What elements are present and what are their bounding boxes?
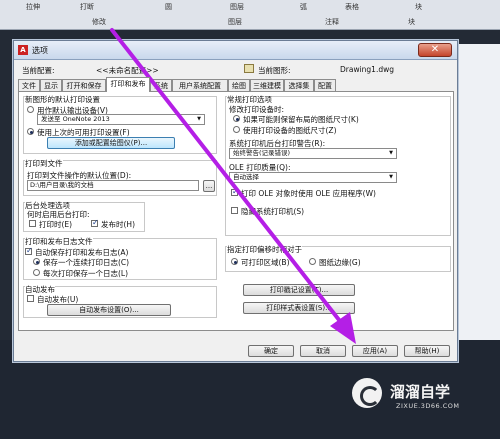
watermark-title: 溜溜自学 (390, 383, 451, 401)
dialog-titlebar[interactable]: A 选项 ✕ (14, 41, 457, 60)
radio-default-device[interactable] (27, 106, 34, 113)
radio-keep-one-log[interactable] (33, 258, 40, 265)
help-button[interactable]: 帮助(H) (404, 345, 450, 357)
options-dialog: A 选项 ✕ 当前配置: <<未命名配置>> 当前图形: Drawing1.dw… (13, 40, 458, 362)
close-button[interactable]: ✕ (418, 43, 452, 57)
spool-alert-select[interactable]: 始终警告(记录错误) ▼ (229, 148, 397, 159)
spool-alert-value: 始终警告(记录错误) (233, 149, 291, 157)
radio-paper-edge[interactable] (309, 258, 316, 265)
radio-last-used[interactable] (27, 128, 34, 135)
log-group-title: 打印和发布日志文件 (25, 236, 93, 247)
plot-publish-panel: 新图形的默认打印设置 用作默认输出设备(V) 发送至 OneNote 2013 … (18, 91, 454, 331)
current-drawing-label: 当前图形: (258, 66, 291, 75)
auto-save-log-checkbox[interactable] (25, 246, 33, 255)
ribbon-group-label[interactable]: 图层 (228, 17, 242, 27)
use-ole-app-label: 打印 OLE 对象时使用 OLE 应用程序(W) (241, 189, 376, 198)
chevron-down-icon: ▼ (389, 150, 393, 156)
ribbon-item[interactable]: 图层 (230, 2, 244, 12)
plot-style-settings-button[interactable]: 打印样式表设置(S)... (243, 302, 355, 314)
device-select-value: 发送至 OneNote 2013 (41, 115, 110, 123)
bg-plot-checkbox[interactable] (29, 220, 36, 227)
device-select[interactable]: 发送至 OneNote 2013 ▼ (37, 114, 205, 125)
ribbon-item[interactable]: 圆 (165, 2, 172, 12)
ribbon-item[interactable]: 弧 (300, 2, 307, 12)
ole-quality-value: 自动选择 (233, 173, 259, 181)
bg-publish-checkbox[interactable] (91, 218, 99, 227)
tab-plot-publish[interactable]: 打印和发布 (106, 77, 150, 92)
current-profile-value: <<未命名配置>> (96, 66, 159, 75)
dialog-title: 选项 (32, 46, 48, 55)
radio-printable-area[interactable] (231, 258, 238, 265)
current-profile-label: 当前配置: (22, 66, 55, 75)
drawing-icon (244, 64, 254, 73)
hide-system-printers-label: 隐藏系统打印机(S) (241, 207, 305, 216)
bg-publish-label: 发布时(H) (101, 220, 135, 229)
printable-area-label: 可打印区域(B) (241, 258, 290, 267)
cancel-button[interactable]: 取消 (300, 345, 346, 357)
plot-stamp-settings-button[interactable]: 打印戳记设置(T)... (243, 284, 355, 296)
ribbon-item[interactable]: 表格 (345, 2, 359, 12)
use-device-paper-label: 使用打印设备的图纸尺寸(Z) (243, 126, 337, 135)
chevron-down-icon: ▼ (197, 116, 201, 122)
auto-publish-settings-button[interactable]: 自动发布设置(O)... (47, 304, 171, 316)
paper-edge-label: 图纸边缘(G) (319, 258, 361, 267)
autocad-icon: A (18, 45, 28, 55)
ok-button[interactable]: 确定 (248, 345, 294, 357)
keep-layout-paper-label: 如果可能则保留布局的图纸尺寸(K) (243, 115, 359, 124)
radio-per-plot-log[interactable] (33, 269, 40, 276)
chevron-down-icon: ▼ (389, 174, 393, 180)
bg-plot-label: 打印时(E) (39, 220, 73, 229)
radio-use-device-paper[interactable] (233, 126, 240, 133)
hide-system-printers-checkbox[interactable] (231, 207, 238, 214)
side-panel (458, 44, 500, 344)
apply-button[interactable]: 应用(A) (352, 345, 398, 357)
print-to-file-title: 打印到文件 (25, 158, 63, 169)
use-ole-app-checkbox[interactable] (231, 187, 239, 196)
default-location-input[interactable]: D:\用户目录\我的文档 (27, 180, 199, 191)
per-plot-log-label: 每次打印保存一个日志(L) (43, 269, 129, 278)
ribbon-item[interactable]: 块 (415, 2, 422, 12)
auto-publish-checkbox[interactable] (27, 295, 34, 302)
radio-keep-layout-paper[interactable] (233, 115, 240, 122)
offset-group-title: 指定打印偏移时相对于 (227, 244, 302, 255)
keep-one-log-label: 保存一个连续打印日志(C) (43, 258, 130, 267)
ribbon-bar: 拉伸 打断 圆 图层 弧 表格 块 修改 图层 注释 块 (0, 0, 500, 30)
add-plotter-button[interactable]: 添加或配置绘图仪(P)... (47, 137, 175, 149)
ribbon-group-label[interactable]: 块 (408, 17, 415, 27)
new-default-group-title: 新图形的默认打印设置 (25, 94, 100, 105)
current-drawing-value: Drawing1.dwg (340, 65, 394, 74)
ribbon-group-label[interactable]: 注释 (325, 17, 339, 27)
ole-quality-select[interactable]: 自动选择 ▼ (229, 172, 397, 183)
watermark-logo-icon (352, 378, 382, 408)
ribbon-group-label[interactable]: 修改 (92, 17, 106, 27)
ribbon-item[interactable]: 拉伸 (26, 2, 40, 12)
ribbon-item[interactable]: 打断 (80, 2, 94, 12)
browse-button[interactable]: ... (203, 180, 215, 192)
watermark-subtitle: ZIXUE.3D66.COM (396, 402, 460, 410)
